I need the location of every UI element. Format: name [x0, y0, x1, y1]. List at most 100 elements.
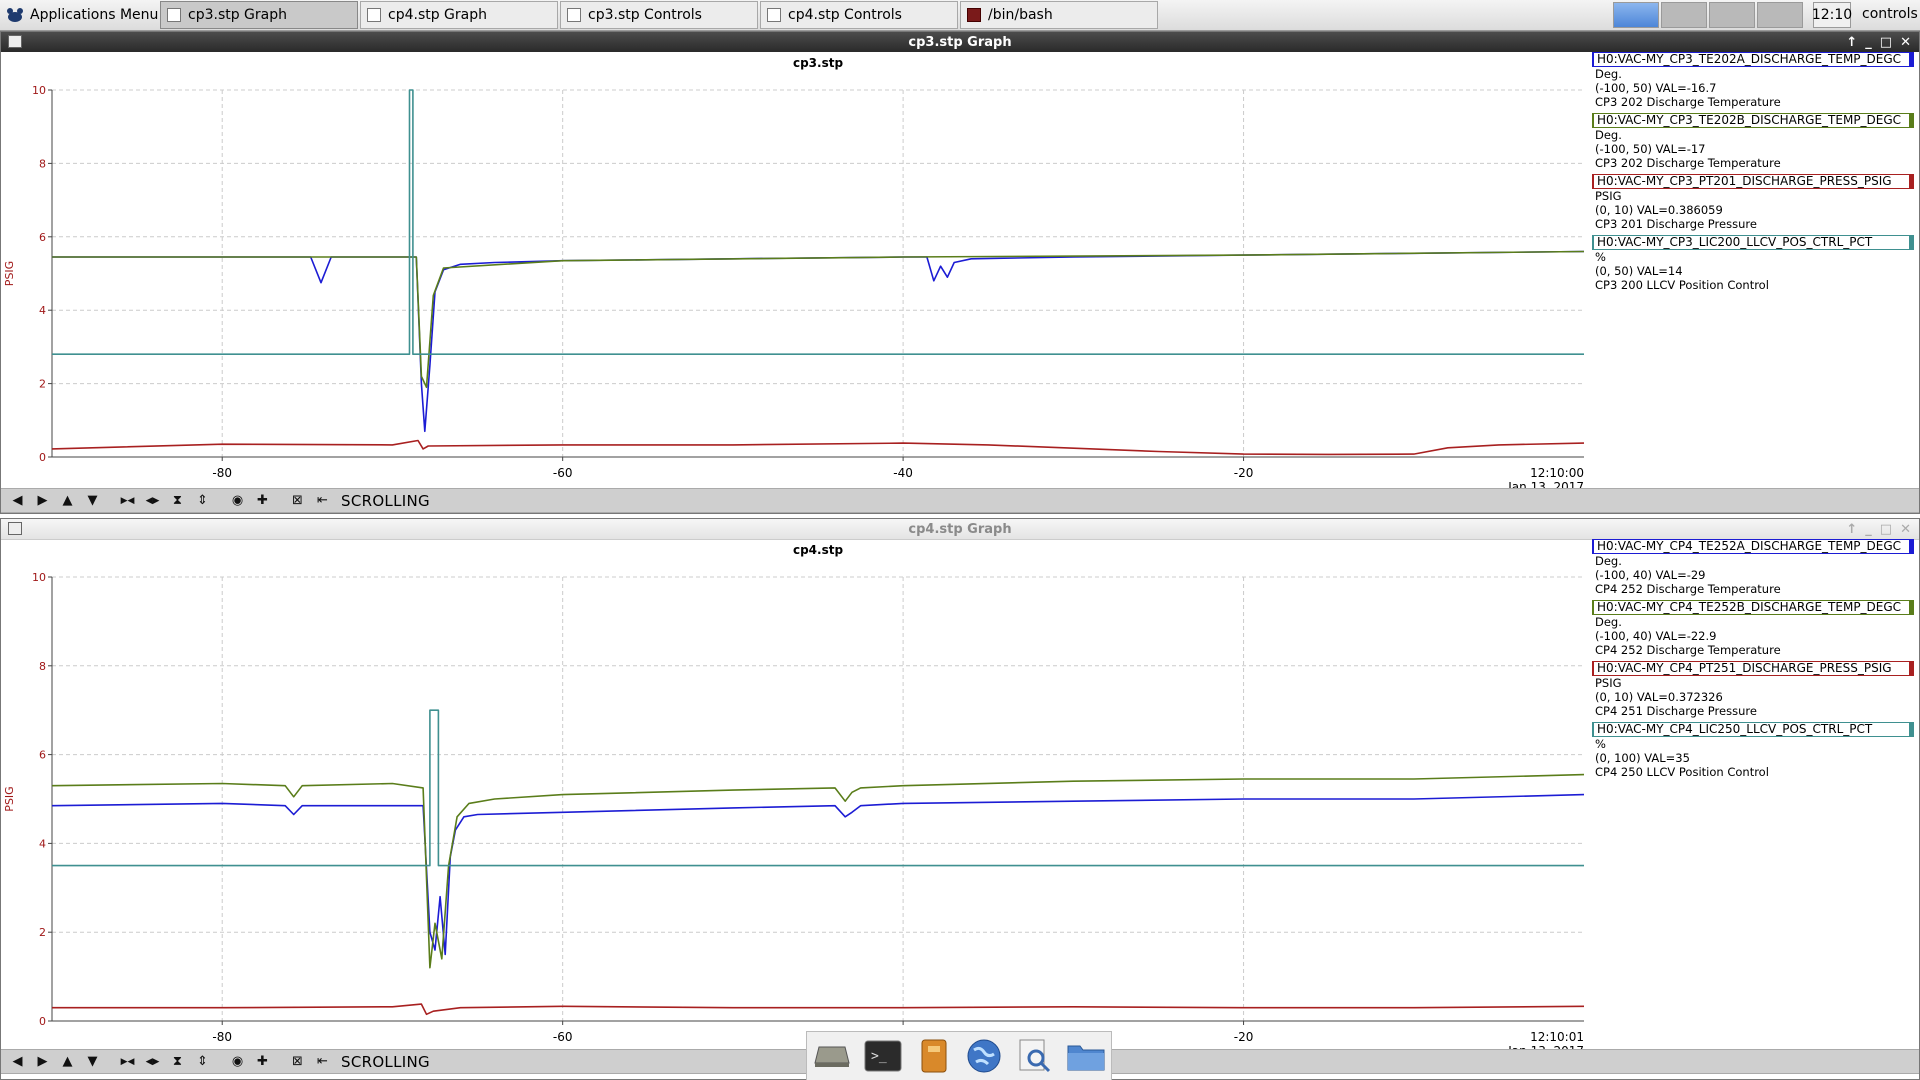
- legend-pv-name[interactable]: H0:VAC-MY_CP3_PT201_DISCHARGE_PRESS_PSIG: [1592, 174, 1914, 189]
- x-tick-label: -40: [893, 466, 913, 480]
- minimize-button[interactable]: _: [1865, 522, 1872, 537]
- zoom-out-x-icon[interactable]: ◀▶: [142, 1053, 163, 1071]
- maximize-button[interactable]: □: [1880, 522, 1892, 537]
- legend-description: CP3 202 Discharge Temperature: [1595, 95, 1781, 109]
- legend-item[interactable]: H0:VAC-MY_CP3_LIC200_LLCV_POS_CTRL_PCT%(…: [1592, 235, 1918, 292]
- close-button[interactable]: ✕: [1900, 35, 1911, 50]
- legend-pv-name[interactable]: H0:VAC-MY_CP3_TE202B_DISCHARGE_TEMP_DEGC: [1592, 113, 1914, 128]
- shade-button[interactable]: ↑: [1846, 35, 1857, 50]
- legend-units: %: [1595, 737, 1606, 751]
- scroll-right-icon[interactable]: ▶: [32, 492, 53, 510]
- crosshair-icon[interactable]: ✚: [252, 1053, 273, 1071]
- task-cp4-graph[interactable]: cp4.stp Graph: [360, 1, 558, 29]
- window-titlebar[interactable]: cp4.stp Graph ↑ _ □ ✕: [1, 519, 1919, 540]
- back-to-end-icon[interactable]: ⇤: [312, 1053, 333, 1071]
- task-cp3-graph[interactable]: cp3.stp Graph: [160, 1, 358, 29]
- zoom-in-y-icon[interactable]: ⧗: [167, 492, 188, 510]
- crosshair-icon[interactable]: ✚: [252, 492, 273, 510]
- task-cp4-controls[interactable]: cp4.stp Controls: [760, 1, 958, 29]
- close-button[interactable]: ✕: [1900, 522, 1911, 537]
- search-icon[interactable]: [1015, 1036, 1055, 1076]
- scroll-left-icon[interactable]: ◀: [7, 1053, 28, 1071]
- legend-pv-name[interactable]: H0:VAC-MY_CP4_PT251_DISCHARGE_PRESS_PSIG: [1592, 661, 1914, 676]
- zoom-in-y-icon[interactable]: ⧗: [167, 1053, 188, 1071]
- cp3-stripchart[interactable]: 0 2 4 6 8 10 -80 -60 -40 -20 12:10:00Jan 13, 2017 c…: [1, 52, 1591, 488]
- scroll-down-icon[interactable]: ▼: [82, 492, 103, 510]
- legend-description: CP4 252 Discharge Temperature: [1595, 643, 1781, 657]
- cp4-stripchart[interactable]: 0246810-80-60-40-2012:10:01Jan 13, 2017c…: [1, 539, 1591, 1055]
- user-menu[interactable]: controls: [1862, 6, 1918, 22]
- legend-pv-name[interactable]: H0:VAC-MY_CP3_TE202A_DISCHARGE_TEMP_DEGC: [1592, 52, 1914, 67]
- legend-range: (0, 10) VAL=0.386059: [1595, 203, 1723, 217]
- legend-range: (-100, 40) VAL=-29: [1595, 568, 1706, 582]
- legend-description: CP3 200 LLCV Position Control: [1595, 278, 1769, 292]
- fit-icon[interactable]: ⊠: [287, 492, 308, 510]
- series-line-0: [52, 250, 1585, 433]
- legend-pv-name[interactable]: H0:VAC-MY_CP3_LIC200_LLCV_POS_CTRL_PCT: [1592, 235, 1914, 250]
- legend-pv-name[interactable]: H0:VAC-MY_CP4_LIC250_LLCV_POS_CTRL_PCT: [1592, 722, 1914, 737]
- scroll-up-icon[interactable]: ▲: [57, 492, 78, 510]
- window-menu-icon[interactable]: [8, 522, 22, 535]
- window-titlebar[interactable]: cp3.stp Graph ↑ _ □ ✕: [1, 32, 1919, 52]
- mouse-logo-icon: [7, 8, 23, 22]
- legend-item[interactable]: H0:VAC-MY_CP3_TE202A_DISCHARGE_TEMP_DEGC…: [1592, 52, 1918, 109]
- task-bash[interactable]: /bin/bash: [960, 1, 1158, 29]
- task-label: cp4.stp Graph: [388, 7, 488, 23]
- zoom-in-x-icon[interactable]: ▶◀: [117, 492, 138, 510]
- legend-range: (-100, 50) VAL=-16.7: [1595, 81, 1717, 95]
- x-tick-label: -20: [1234, 466, 1254, 480]
- legend-item[interactable]: H0:VAC-MY_CP4_LIC250_LLCV_POS_CTRL_PCT%(…: [1592, 722, 1918, 779]
- legend-units: Deg.: [1595, 615, 1622, 629]
- record-icon[interactable]: ◉: [227, 1053, 248, 1071]
- back-to-end-icon[interactable]: ⇤: [312, 492, 333, 510]
- minimize-button[interactable]: _: [1865, 35, 1872, 50]
- disk-icon[interactable]: [812, 1036, 852, 1076]
- web-browser-icon[interactable]: [964, 1036, 1004, 1076]
- workspace-3[interactable]: [1709, 2, 1755, 28]
- terminal-icon: [967, 8, 981, 22]
- zoom-in-x-icon[interactable]: ▶◀: [117, 1053, 138, 1071]
- series-line-2: [51, 439, 1585, 456]
- record-icon[interactable]: ◉: [227, 492, 248, 510]
- legend-range: (-100, 50) VAL=-17: [1595, 142, 1706, 156]
- legend-pv-name[interactable]: H0:VAC-MY_CP4_TE252A_DISCHARGE_TEMP_DEGC: [1592, 539, 1914, 554]
- taskbar: Applications Menu cp3.stp Graph cp4.stp …: [0, 0, 1920, 31]
- legend-item[interactable]: H0:VAC-MY_CP4_PT251_DISCHARGE_PRESS_PSIG…: [1592, 661, 1918, 718]
- workspace-1[interactable]: [1613, 2, 1659, 28]
- workspace-4[interactable]: [1757, 2, 1803, 28]
- series-line-0: [51, 793, 1585, 956]
- y-tick-label: 0: [39, 451, 46, 464]
- scroll-up-icon[interactable]: ▲: [57, 1053, 78, 1071]
- legend-item[interactable]: H0:VAC-MY_CP4_TE252A_DISCHARGE_TEMP_DEGC…: [1592, 539, 1918, 596]
- applications-menu-label: Applications Menu: [30, 7, 159, 23]
- window-menu-icon[interactable]: [8, 35, 22, 48]
- zoom-out-y-icon[interactable]: ⇕: [192, 492, 213, 510]
- task-label: cp3.stp Controls: [588, 7, 702, 23]
- y-tick-label: 8: [39, 660, 46, 673]
- folder-icon[interactable]: [1066, 1036, 1106, 1076]
- maximize-button[interactable]: □: [1880, 35, 1892, 50]
- y-tick-label: 2: [39, 378, 46, 391]
- task-cp3-controls[interactable]: cp3.stp Controls: [560, 1, 758, 29]
- legend-description: CP3 201 Discharge Pressure: [1595, 217, 1757, 231]
- scroll-down-icon[interactable]: ▼: [82, 1053, 103, 1071]
- legend-item[interactable]: H0:VAC-MY_CP4_TE252B_DISCHARGE_TEMP_DEGC…: [1592, 600, 1918, 657]
- applications-menu-button[interactable]: Applications Menu: [4, 4, 158, 26]
- scroll-left-icon[interactable]: ◀: [7, 492, 28, 510]
- cp4-legend: H0:VAC-MY_CP4_TE252A_DISCHARGE_TEMP_DEGC…: [1592, 539, 1918, 783]
- zoom-out-y-icon[interactable]: ⇕: [192, 1053, 213, 1071]
- fit-icon[interactable]: ⊠: [287, 1053, 308, 1071]
- zoom-out-x-icon[interactable]: ◀▶: [142, 492, 163, 510]
- legend-item[interactable]: H0:VAC-MY_CP3_TE202B_DISCHARGE_TEMP_DEGC…: [1592, 113, 1918, 170]
- legend-pv-name[interactable]: H0:VAC-MY_CP4_TE252B_DISCHARGE_TEMP_DEGC: [1592, 600, 1914, 615]
- graph-window-icon: [367, 8, 381, 22]
- scroll-right-icon[interactable]: ▶: [32, 1053, 53, 1071]
- legend-item[interactable]: H0:VAC-MY_CP3_PT201_DISCHARGE_PRESS_PSIG…: [1592, 174, 1918, 231]
- archive-icon[interactable]: [914, 1036, 954, 1076]
- clock[interactable]: 12:10: [1812, 2, 1852, 28]
- terminal-icon[interactable]: >_: [863, 1036, 903, 1076]
- shade-button[interactable]: ↑: [1846, 522, 1857, 537]
- workspace-2[interactable]: [1661, 2, 1707, 28]
- legend-range: (0, 10) VAL=0.372326: [1595, 690, 1723, 704]
- end-date-label: Jan 13, 2017: [1507, 480, 1584, 488]
